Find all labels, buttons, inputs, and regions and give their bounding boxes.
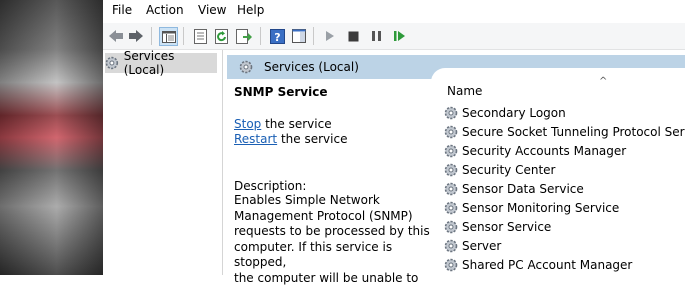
menu-view[interactable]: View xyxy=(198,3,226,17)
stop-action: Stop the service xyxy=(234,117,332,131)
start-service-icon[interactable] xyxy=(321,27,339,45)
restart-action: Restart the service xyxy=(234,132,347,146)
service-gear-icon xyxy=(444,125,458,138)
service-gear-icon xyxy=(444,182,458,195)
stop-link[interactable]: Stop xyxy=(234,117,261,131)
properties-icon[interactable] xyxy=(191,27,209,45)
stop-suffix: the service xyxy=(261,117,332,131)
menu-file[interactable]: File xyxy=(112,3,132,17)
service-row-name: Shared PC Account Manager xyxy=(462,257,633,272)
pane-title: Services (Local) xyxy=(264,60,359,74)
service-row[interactable]: Sensor Service xyxy=(443,217,685,236)
service-gear-icon xyxy=(444,201,458,214)
service-row-name: Security Center xyxy=(462,162,556,177)
services-gear-icon xyxy=(239,60,253,74)
service-gear-icon xyxy=(444,258,458,271)
back-icon[interactable] xyxy=(107,27,125,45)
description-line: requests to be processed by this xyxy=(234,224,430,239)
description-panel: SNMP Service Stop the service Restart th… xyxy=(227,79,432,285)
show-hide-console-tree-icon[interactable] xyxy=(159,27,178,46)
service-row-name: Secure Socket Tunneling Protocol Service xyxy=(462,124,685,139)
service-row-name: Server xyxy=(462,238,502,253)
toolbar-separator xyxy=(183,27,184,45)
toolbar-separator xyxy=(151,27,152,45)
service-gear-icon xyxy=(444,239,458,252)
desktop-background xyxy=(0,0,103,275)
description-line: Management Protocol (SNMP) xyxy=(234,208,413,223)
export-list-icon[interactable] xyxy=(235,27,253,45)
service-row[interactable]: Sensor Monitoring Service xyxy=(443,198,685,217)
pause-service-icon[interactable] xyxy=(367,27,385,45)
menu-bar: File Action View Help xyxy=(103,0,685,22)
service-gear-icon xyxy=(444,220,458,233)
tree-item-label: Services (Local) xyxy=(123,49,175,77)
service-row[interactable]: Secondary Logon xyxy=(443,103,685,122)
stop-service-icon[interactable] xyxy=(344,27,362,45)
sort-ascending-icon: ^ xyxy=(599,76,608,87)
console-tree: Services (Local) xyxy=(103,49,223,275)
forward-icon[interactable] xyxy=(127,27,145,45)
service-row-name: Sensor Service xyxy=(462,219,552,234)
service-name: SNMP Service xyxy=(234,85,328,99)
description-line: the computer will be unable to xyxy=(234,270,419,285)
description-label: Description: xyxy=(234,179,307,193)
services-list: ^ Name Secondary Logon Secure Socket Tunn… xyxy=(436,76,685,275)
service-row-name: Security Accounts Manager xyxy=(462,143,627,158)
service-row[interactable]: Shared PC Account Manager xyxy=(443,255,685,274)
show-action-pane-icon[interactable] xyxy=(290,27,308,45)
description-line: Enables Simple Network xyxy=(234,193,380,207)
service-row[interactable]: Secure Socket Tunneling Protocol Service xyxy=(443,122,685,141)
toolbar-separator xyxy=(313,27,314,45)
restart-link[interactable]: Restart xyxy=(234,132,277,146)
help-icon[interactable]: ? xyxy=(268,27,286,45)
description-line: computer. If this service is stopped, xyxy=(234,239,393,270)
column-header-name[interactable]: Name xyxy=(447,84,482,98)
service-row[interactable]: Server xyxy=(443,236,685,255)
svg-text:?: ? xyxy=(274,31,280,44)
restart-service-icon[interactable] xyxy=(390,27,408,45)
service-gear-icon xyxy=(444,163,458,176)
menu-help[interactable]: Help xyxy=(237,3,264,17)
service-gear-icon xyxy=(444,144,458,157)
service-gear-icon xyxy=(444,106,458,119)
service-row[interactable]: Security Accounts Manager xyxy=(443,141,685,160)
refresh-icon[interactable] xyxy=(213,27,231,45)
menu-action[interactable]: Action xyxy=(146,3,184,17)
description-text: Enables Simple Network Management Protoc… xyxy=(234,193,432,287)
service-row[interactable]: Sensor Data Service xyxy=(443,179,685,198)
service-row-name: Sensor Data Service xyxy=(462,181,584,196)
restart-suffix: the service xyxy=(277,132,348,146)
tree-item-services-local[interactable]: Services (Local) xyxy=(105,49,217,77)
services-window: File Action View Help ? Services (Local)… xyxy=(103,0,685,285)
service-row-name: Secondary Logon xyxy=(462,105,566,120)
toolbar: ? xyxy=(103,23,685,50)
services-gear-icon xyxy=(105,56,119,70)
service-row[interactable]: Security Center xyxy=(443,160,685,179)
service-row-name: Sensor Monitoring Service xyxy=(462,200,620,215)
toolbar-separator xyxy=(260,27,261,45)
